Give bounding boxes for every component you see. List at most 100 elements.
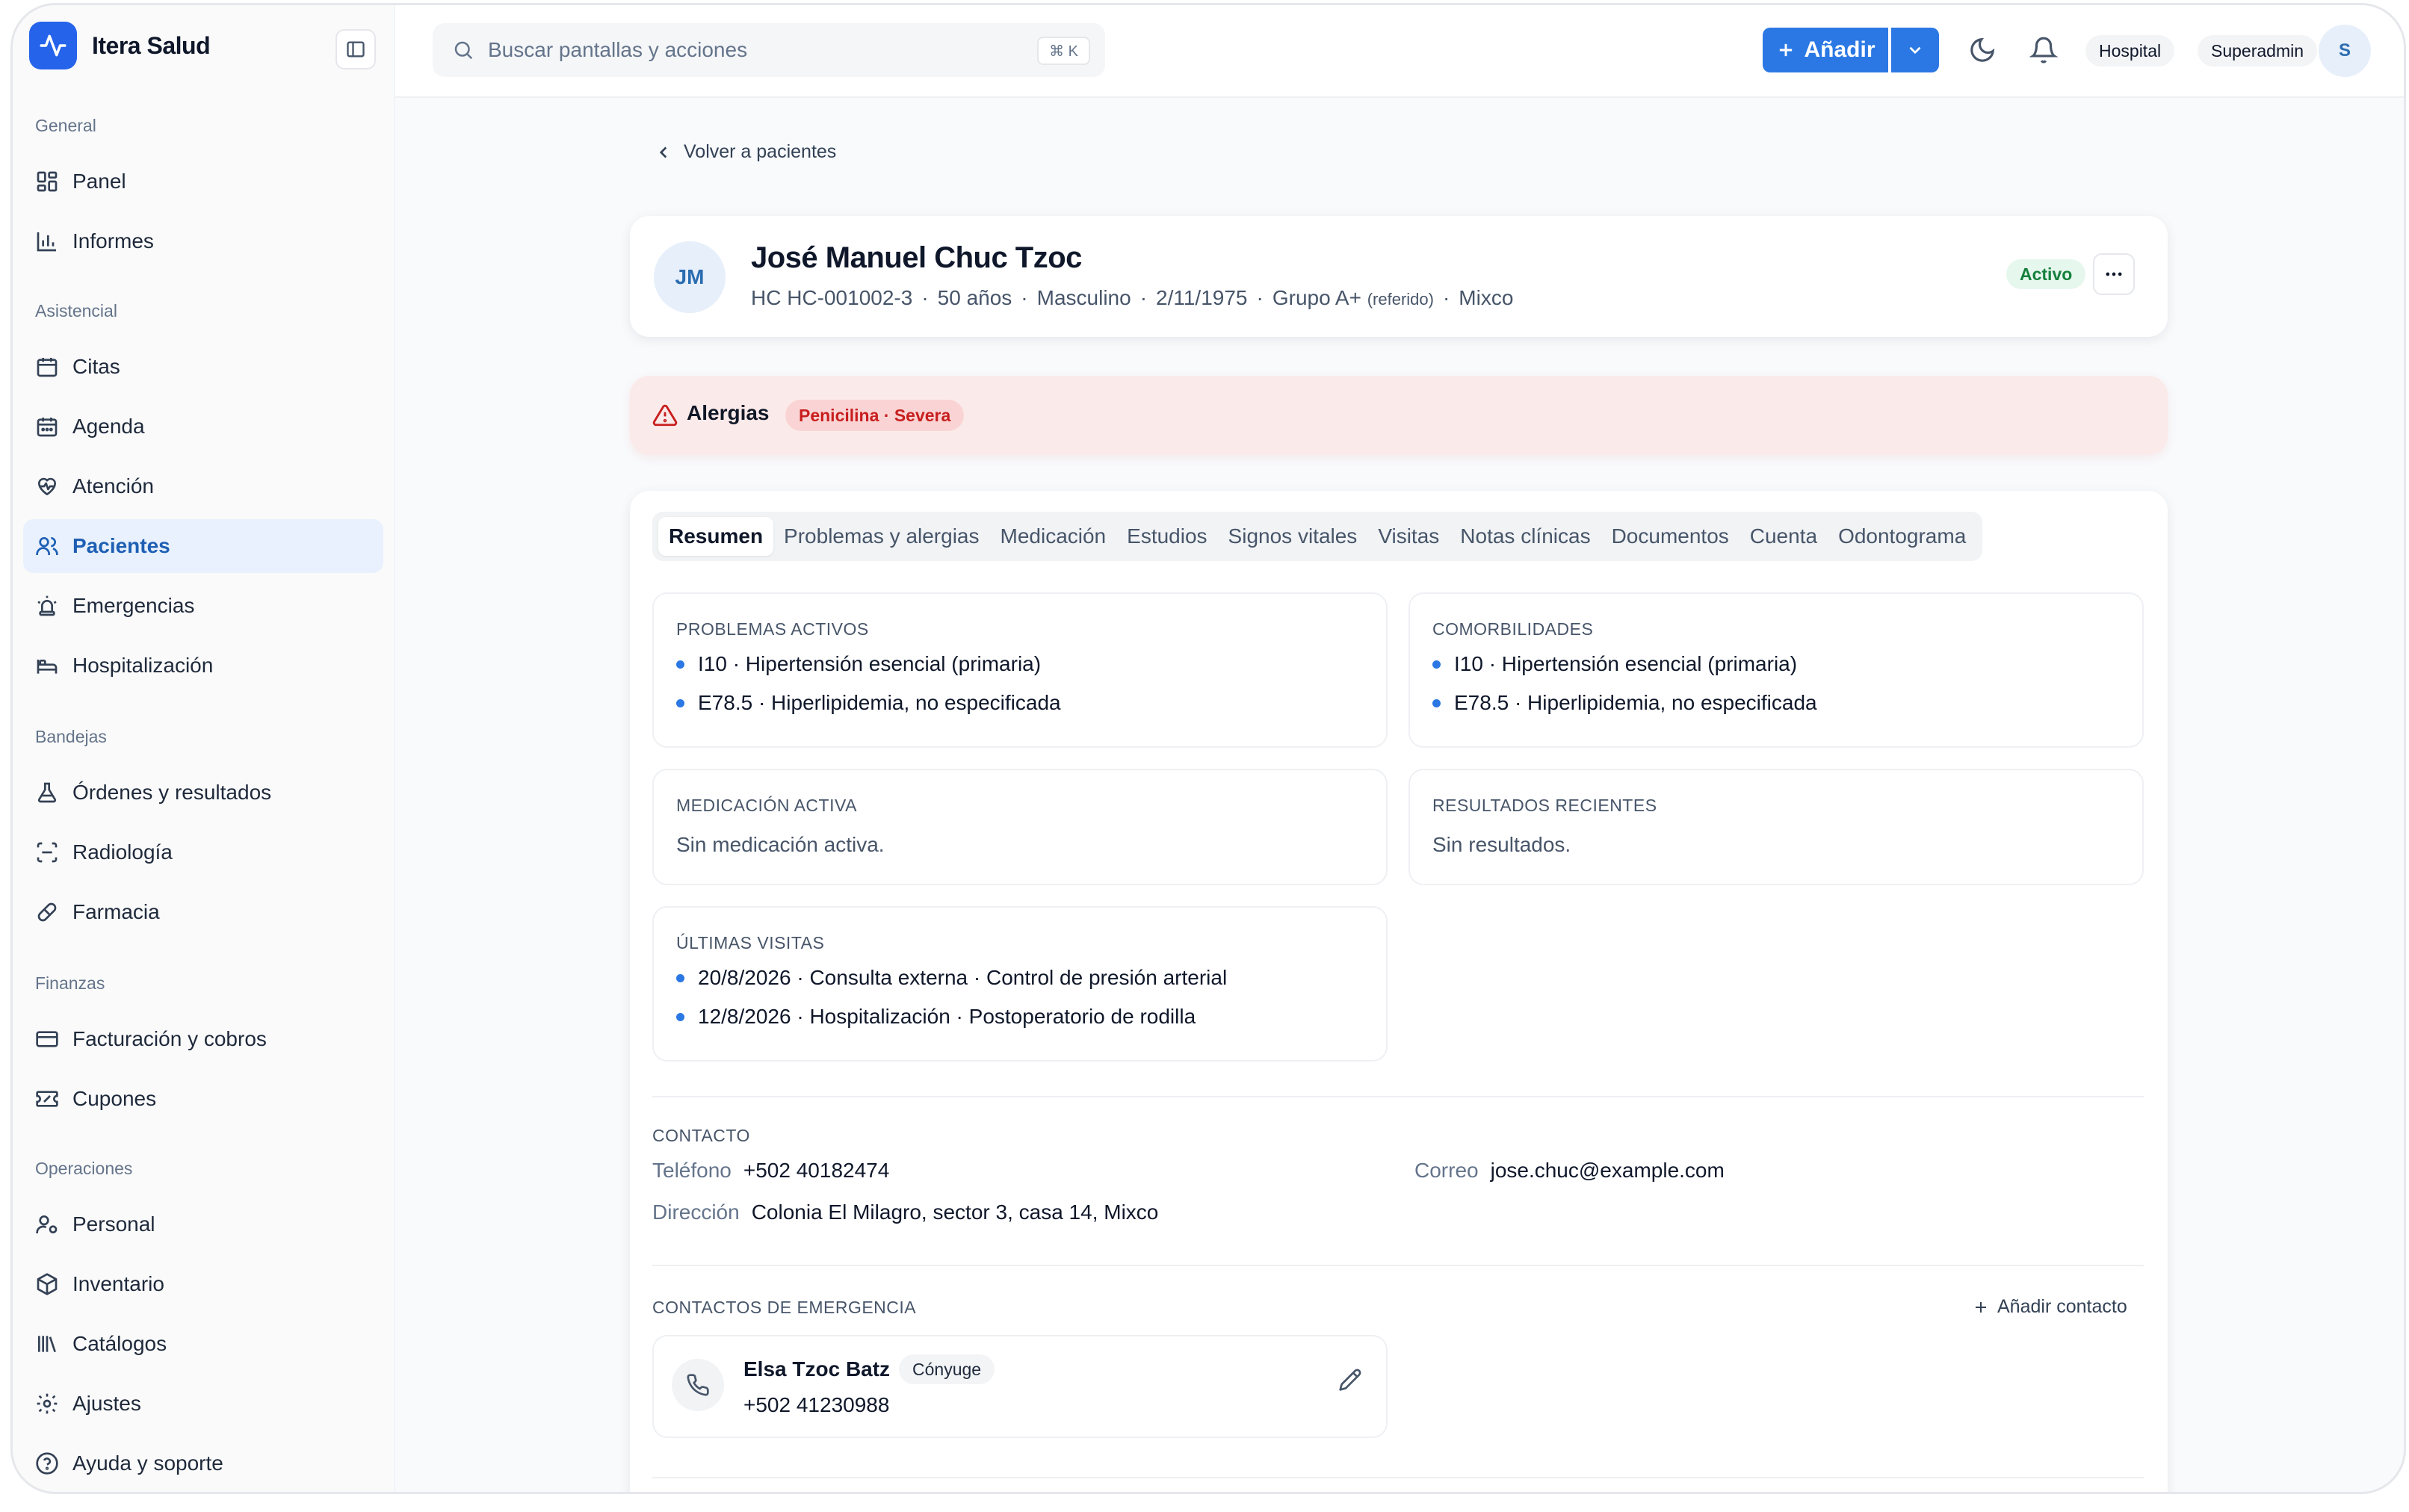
scan-icon: [37, 842, 58, 863]
chevron-down-icon: [1909, 46, 1921, 55]
tab-documentos[interactable]: Documentos: [1601, 517, 1740, 556]
tab-odontograma[interactable]: Odontograma: [1828, 517, 1976, 556]
contact-address-value: Colonia El Milagro, sector 3, casa 14, M…: [751, 1200, 1159, 1224]
sidebar-item-radiologia[interactable]: Radiología: [23, 825, 383, 879]
tab-cuenta[interactable]: Cuenta: [1740, 517, 1828, 556]
patient-name: José Manuel Chuc Tzoc: [751, 241, 1082, 274]
sidebar-item-hospitalizacion[interactable]: Hospitalización: [23, 639, 383, 693]
calendar-grid-icon: [37, 418, 58, 437]
tab-signos-vitales[interactable]: Signos vitales: [1218, 517, 1368, 556]
sidebar-item-ordenes[interactable]: Órdenes y resultados: [23, 766, 383, 819]
sidebar-toggle-button[interactable]: [335, 29, 376, 69]
sidebar-item-emergencias[interactable]: Emergencias: [23, 579, 383, 633]
patient-meta: HC HC-001002-3 · 50 años · Masculino · 2/11/19…: [751, 286, 1513, 310]
contact-email: Correo jose.chuc@example.com: [1414, 1159, 1725, 1183]
notifications-button[interactable]: [2026, 32, 2062, 68]
search-input[interactable]: Buscar pantallas y acciones ⌘ K: [433, 23, 1105, 77]
sidebar-item-label: Panel: [72, 170, 126, 193]
topbar: Buscar pantallas y acciones ⌘ K Añadir H…: [395, 5, 2404, 98]
alert-triangle-icon: [652, 404, 678, 427]
sidebar-item-label: Ayuda y soporte: [72, 1451, 223, 1475]
bell-icon: [2029, 37, 2058, 63]
contact-phone-label: Teléfono: [652, 1159, 732, 1182]
edit-contact-button[interactable]: [1335, 1365, 1365, 1395]
sidebar-item-label: Cupones: [72, 1087, 157, 1110]
sidebar: Itera Salud General Panel Informes Asist…: [13, 5, 395, 1492]
tab-medicacion[interactable]: Medicación: [990, 517, 1117, 556]
library-icon: [38, 1336, 56, 1353]
sidebar-item-catalogos[interactable]: Catálogos: [23, 1317, 383, 1371]
allergy-badge[interactable]: Penicilina · Severa: [785, 400, 965, 431]
grid-icon: [37, 171, 58, 192]
sidebar-item-pacientes[interactable]: Pacientes: [23, 519, 383, 573]
sidebar-item-informes[interactable]: Informes: [23, 214, 383, 268]
list-item: E78.5 · Hiperlipidemia, no especificada: [1432, 691, 1817, 715]
org-selector[interactable]: Hospital: [2085, 35, 2175, 66]
user-avatar[interactable]: S: [2319, 25, 2371, 77]
back-link-label: Volver a pacientes: [684, 141, 837, 162]
allergy-banner: Alergias Penicilina · Severa: [630, 376, 2168, 455]
theme-toggle-button[interactable]: [1964, 32, 2000, 68]
contact-email-value: jose.chuc@example.com: [1490, 1159, 1725, 1182]
sidebar-item-ajustes[interactable]: Ajustes: [23, 1377, 383, 1431]
plus-icon: [1780, 43, 1793, 57]
back-link[interactable]: Volver a pacientes: [654, 141, 836, 163]
calendar-icon: [37, 358, 58, 377]
plus-icon: [1976, 1301, 1986, 1313]
bar-chart-icon: [37, 232, 56, 252]
sidebar-item-farmacia[interactable]: Farmacia: [23, 885, 383, 939]
tab-problemas-alergias[interactable]: Problemas y alergias: [773, 517, 989, 556]
recent-visits-panel: ÚLTIMAS VISITAS 20/8/2026 · Consulta ext…: [652, 906, 1388, 1062]
panel-title: PROBLEMAS ACTIVOS: [676, 619, 869, 639]
patient-blood-group: Grupo A+: [1272, 286, 1361, 309]
add-contact-button[interactable]: Añadir contacto: [1972, 1296, 2127, 1318]
app-window: Itera Salud General Panel Informes Asist…: [10, 3, 2406, 1494]
gear-icon: [37, 1393, 58, 1414]
sidebar-item-label: Personal: [72, 1212, 155, 1236]
role-selector[interactable]: Superadmin: [2198, 35, 2318, 66]
sidebar-item-cupones[interactable]: Cupones: [23, 1072, 383, 1126]
tab-notas-clinicas[interactable]: Notas clínicas: [1450, 517, 1601, 556]
tab-visitas[interactable]: Visitas: [1367, 517, 1450, 556]
sidebar-item-label: Ajustes: [72, 1392, 141, 1415]
search-placeholder: Buscar pantallas y acciones: [488, 38, 748, 61]
divider: [652, 1477, 2144, 1478]
active-medication-panel: MEDICACIÓN ACTIVA Sin medicación activa.: [652, 769, 1388, 885]
search-icon: [454, 41, 473, 60]
tab-resumen[interactable]: Resumen: [658, 517, 774, 556]
add-button[interactable]: Añadir: [1763, 28, 1888, 72]
more-actions-button[interactable]: [2093, 253, 2135, 295]
patient-sex: Masculino: [1036, 286, 1131, 309]
separator: ·: [1021, 286, 1028, 309]
panel-title: ÚLTIMAS VISITAS: [676, 933, 825, 952]
section-asistencial: Asistencial: [35, 301, 117, 320]
sidebar-item-facturacion[interactable]: Facturación y cobros: [23, 1012, 383, 1066]
add-menu-button[interactable]: [1891, 28, 1939, 72]
list-item[interactable]: 12/8/2026 · Hospitalización · Postoperat…: [676, 1005, 1196, 1029]
sidebar-item-label: Farmacia: [72, 900, 160, 923]
sidebar-item-personal[interactable]: Personal: [23, 1197, 383, 1251]
sidebar-item-label: Citas: [72, 355, 120, 378]
sidebar-item-panel[interactable]: Panel: [23, 155, 383, 208]
tab-estudios[interactable]: Estudios: [1116, 517, 1217, 556]
separator: ·: [1256, 286, 1264, 309]
credit-card-icon: [36, 1031, 58, 1047]
brand[interactable]: Itera Salud: [29, 22, 211, 69]
divider: [652, 1096, 2144, 1097]
contact-relation-badge: Cónyuge: [899, 1354, 995, 1384]
flask-icon: [37, 782, 57, 803]
sidebar-item-label: Atención: [72, 474, 154, 498]
sidebar-item-atencion[interactable]: Atención: [23, 459, 383, 513]
patient-city: Mixco: [1459, 286, 1514, 309]
section-bandejas: Bandejas: [35, 727, 107, 746]
pill-icon: [37, 902, 57, 922]
sidebar-item-citas[interactable]: Citas: [23, 340, 383, 394]
panel-title: RESULTADOS RECIENTES: [1432, 796, 1657, 815]
main-content: Volver a pacientes JM José Manuel Chuc T…: [395, 98, 2404, 1492]
sidebar-item-ayuda[interactable]: Ayuda y soporte: [23, 1437, 383, 1490]
contact-phone-number: +502 41230988: [743, 1393, 890, 1416]
panel-title: MEDICACIÓN ACTIVA: [676, 796, 857, 815]
list-item[interactable]: 20/8/2026 · Consulta externa · Control d…: [676, 966, 1227, 990]
sidebar-item-inventario[interactable]: Inventario: [23, 1257, 383, 1311]
sidebar-item-agenda[interactable]: Agenda: [23, 400, 383, 453]
